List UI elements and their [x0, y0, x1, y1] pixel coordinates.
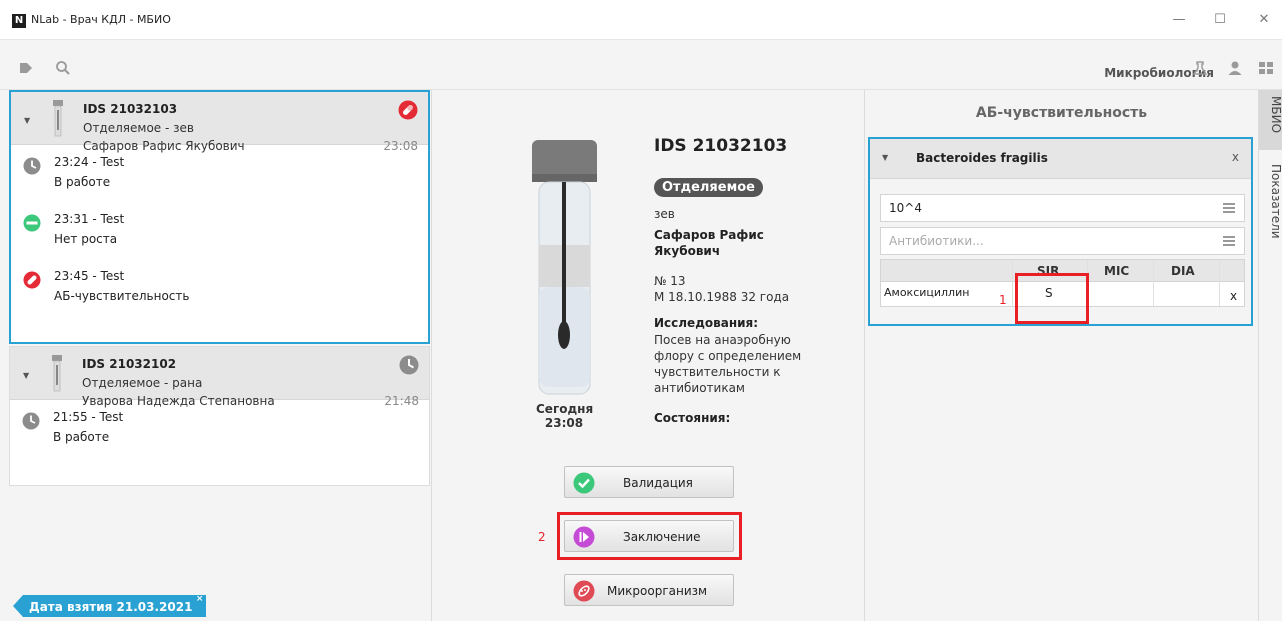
- event-time: 23:45 - Test: [54, 269, 125, 283]
- event-status: В работе: [54, 175, 111, 189]
- grid-icon[interactable]: [1258, 60, 1274, 76]
- research-text: Посев на анаэробную флору с определением…: [654, 333, 802, 395]
- validation-button[interactable]: Валидация: [564, 466, 734, 498]
- collapse-caret-icon[interactable]: ▼: [24, 116, 30, 125]
- column-dia: DIA: [1171, 264, 1195, 278]
- research-header: Исследования:: [654, 316, 759, 330]
- sample-list-panel: ▼ IDS 21032103 Отделяемое - зев Сафаров …: [0, 90, 432, 621]
- highlight-box-1: [1015, 273, 1089, 324]
- sample-type: Отделяемое - зев: [83, 121, 194, 135]
- event-time: 21:55 - Test: [53, 410, 124, 424]
- sample-tube-image: [532, 140, 597, 395]
- search-icon[interactable]: [55, 60, 71, 76]
- tag-icon[interactable]: [18, 60, 34, 76]
- antibiotic-icon: [23, 271, 41, 289]
- event-item[interactable]: 23:24 - Test В работе: [11, 145, 428, 202]
- close-button[interactable]: ✕: [1252, 10, 1276, 30]
- remove-filter-icon[interactable]: ×: [196, 595, 204, 604]
- marker-2: 2: [538, 530, 546, 544]
- event-status: Нет роста: [54, 232, 118, 246]
- column-divider: [1219, 260, 1220, 306]
- collapse-caret-icon[interactable]: ▼: [23, 371, 29, 380]
- lab-icon[interactable]: [1192, 60, 1208, 76]
- remove-row-icon[interactable]: x: [1230, 289, 1237, 303]
- antibiotic-icon: [398, 100, 418, 120]
- event-item[interactable]: 23:31 - Test Нет роста: [11, 202, 428, 259]
- antibiotics-input[interactable]: [881, 228, 1211, 254]
- sample-type-badge: Отделяемое: [654, 178, 763, 197]
- sample-card[interactable]: ▼ IDS 21032103 Отделяемое - зев Сафаров …: [9, 90, 430, 344]
- patient-birth: М 18.10.1988 32 года: [654, 290, 790, 304]
- count-input[interactable]: [881, 195, 1211, 221]
- organism-name: Bacteroides fragilis: [916, 151, 1048, 165]
- event-status: В работе: [53, 430, 110, 444]
- dia-cell[interactable]: [1167, 286, 1212, 304]
- sample-id: IDS 21032102: [82, 357, 177, 371]
- check-icon: [573, 472, 595, 494]
- sample-card[interactable]: ▼ IDS 21032102 Отделяемое - рана Уварова…: [9, 346, 430, 486]
- clock-icon: [23, 157, 41, 175]
- mic-cell[interactable]: [1101, 286, 1146, 304]
- window-title: NLab - Врач КДЛ - МБИО: [31, 13, 171, 26]
- event-time: 23:31 - Test: [54, 212, 125, 226]
- menu-icon[interactable]: [1223, 203, 1235, 213]
- today-time: 23:08: [544, 416, 584, 430]
- today-text: Сегодня: [536, 402, 594, 416]
- tube-icon: [53, 100, 63, 137]
- sample-type: Отделяемое - рана: [82, 376, 203, 390]
- title-bar: N NLab - Врач КДЛ - МБИО — ☐ ✕: [0, 0, 1282, 40]
- organism-header[interactable]: ▼ Bacteroides fragilis x: [870, 139, 1251, 179]
- event-time: 23:24 - Test: [54, 155, 125, 169]
- date-filter-tag[interactable]: Дата взятия 21.03.2021 ×: [13, 595, 207, 617]
- antibiotic-name: Амоксициллин: [884, 286, 970, 299]
- states-header: Состояния:: [654, 411, 731, 425]
- sample-card-header[interactable]: ▼ IDS 21032103 Отделяемое - зев Сафаров …: [11, 92, 428, 153]
- susceptibility-panel: АБ-чувствительность ▼ Bacteroides fragil…: [865, 90, 1258, 621]
- date-filter-label: Дата взятия 21.03.2021: [29, 600, 193, 614]
- event-status: АБ-чувствительность: [54, 289, 190, 303]
- marker-1: 1: [999, 293, 1007, 307]
- close-organism-icon[interactable]: x: [1232, 150, 1239, 164]
- tab-indicators[interactable]: Показатели: [1259, 158, 1282, 258]
- highlight-box-2: [557, 512, 742, 560]
- column-mic: MIC: [1104, 264, 1130, 278]
- event-item[interactable]: 21:55 - Test В работе: [10, 400, 429, 457]
- validation-label: Валидация: [623, 476, 693, 490]
- today-label: Сегодня 23:08: [536, 402, 594, 430]
- side-tabs: МБИО Показатели: [1258, 90, 1282, 621]
- patient-name: Сафаров Рафис Якубович: [654, 228, 764, 258]
- microorganism-icon: [573, 580, 595, 602]
- tube-icon: [52, 355, 62, 392]
- tab-mbio[interactable]: МБИО: [1259, 90, 1282, 150]
- app-logo: N: [12, 14, 26, 28]
- organism-card: ▼ Bacteroides fragilis x SIR MIC DIA Амо…: [868, 137, 1253, 326]
- event-item[interactable]: 23:45 - Test АБ-чувствительность: [11, 259, 428, 316]
- clock-icon: [399, 355, 419, 375]
- clock-icon: [22, 412, 40, 430]
- susceptibility-title: АБ-чувствительность: [975, 105, 1148, 121]
- column-divider: [1012, 260, 1013, 306]
- count-field[interactable]: [880, 194, 1245, 222]
- menu-icon[interactable]: [1223, 236, 1235, 246]
- sample-id: IDS 21032103: [83, 102, 178, 116]
- collapse-caret-icon[interactable]: ▼: [882, 153, 888, 162]
- maximize-button[interactable]: ☐: [1208, 10, 1232, 30]
- sample-detail-panel: Сегодня 23:08 IDS 21032103 Отделяемое зе…: [432, 90, 865, 621]
- microorganism-button[interactable]: Микроорганизм: [564, 574, 734, 606]
- sample-card-header[interactable]: ▼ IDS 21032102 Отделяемое - рана Уварова…: [10, 347, 429, 408]
- antibiotics-field[interactable]: [880, 227, 1245, 255]
- sample-site: зев: [654, 207, 675, 221]
- no-growth-icon: [23, 214, 41, 232]
- minimize-button[interactable]: —: [1167, 10, 1191, 30]
- column-divider: [1153, 260, 1154, 306]
- microorganism-label: Микроорганизм: [607, 584, 708, 598]
- toolbar: Микробиология: [0, 40, 1282, 90]
- patient-number: № 13: [654, 274, 686, 288]
- detail-sample-id: IDS 21032103: [654, 136, 788, 156]
- user-icon[interactable]: [1227, 60, 1243, 76]
